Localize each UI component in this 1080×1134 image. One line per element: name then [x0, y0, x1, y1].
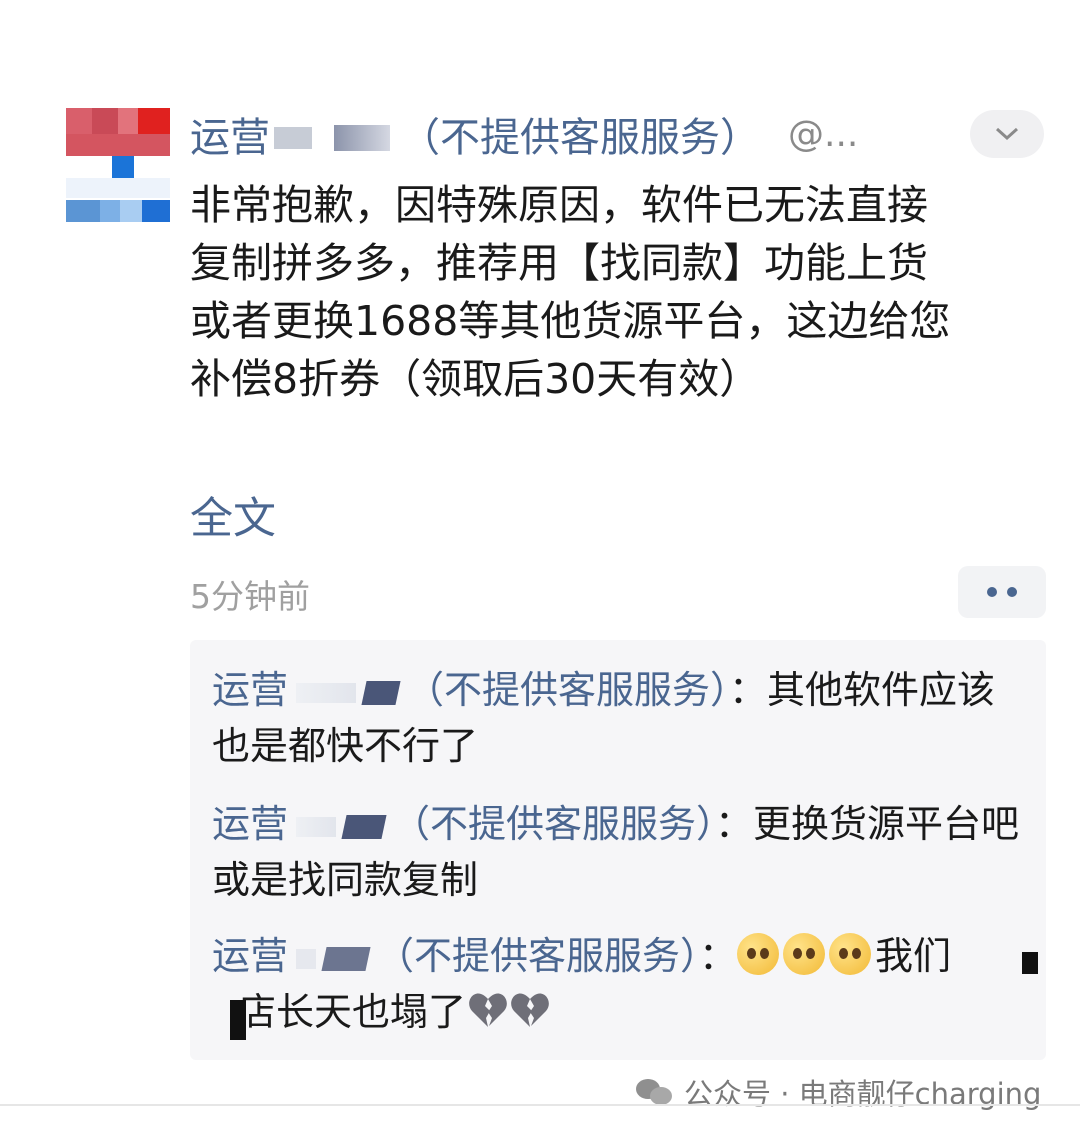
more-button[interactable] — [958, 566, 1046, 618]
pleading-face-icon — [737, 933, 780, 975]
more-dots-icon — [987, 587, 997, 597]
comment-user-tag[interactable]: （不提供客服服务） — [376, 934, 699, 978]
divider — [0, 1104, 1080, 1106]
comment-item[interactable]: 运营 （不提供客服服务）： 我们 店长天也塌了 — [212, 928, 1022, 1040]
pleading-face-icon — [783, 933, 826, 975]
comment-user-tag[interactable]: （不提供客服服务） — [392, 802, 715, 846]
comment-item[interactable]: 运营 （不提供客服服务）：其他软件应该也是都快不行了 — [212, 662, 1022, 774]
broken-heart-icon — [510, 991, 550, 1029]
comment-separator: ： — [729, 668, 768, 712]
redacted-name-part — [361, 680, 401, 705]
wechat-icon — [636, 1077, 674, 1107]
redaction-mark — [1022, 952, 1038, 974]
redacted-name-part — [296, 948, 317, 969]
post-time: 5分钟前 — [190, 577, 310, 616]
comment-user-tag[interactable]: （不提供客服服务） — [406, 668, 729, 712]
comment-separator: ： — [715, 802, 754, 846]
comment-text-continued: 店长天也塌了 — [238, 990, 467, 1034]
watermark-text: 公众号 · 电商靓仔charging — [684, 1077, 1042, 1111]
post-username[interactable]: 运营 — [190, 106, 270, 162]
comment-username[interactable]: 运营 — [212, 802, 288, 846]
full-text-link[interactable]: 全文 — [190, 484, 276, 546]
pleading-face-icon — [829, 933, 872, 975]
comment-separator: ： — [699, 934, 738, 978]
avatar[interactable] — [66, 108, 170, 226]
chevron-down-icon — [995, 127, 1019, 141]
redacted-name-part — [321, 946, 371, 971]
comment-item[interactable]: 运营 （不提供客服服务）：更换货源平台吧或是找同款复制 — [212, 796, 1022, 908]
more-dots-icon — [1007, 587, 1017, 597]
redacted-name-part — [296, 816, 337, 837]
post-header: 运营 （不提供客服服务） @... — [190, 106, 920, 162]
post-body: 非常抱歉，因特殊原因，软件已无法直接 复制拼多多，推荐用【找同款】功能上货 或者… — [190, 181, 951, 403]
post-user-tag[interactable]: （不提供客服服务） — [400, 106, 760, 162]
comment-username[interactable]: 运营 — [212, 668, 288, 712]
post-handle: @... — [788, 113, 859, 155]
broken-heart-icon — [468, 991, 508, 1029]
redacted-name-part — [334, 125, 390, 151]
collapse-button[interactable] — [970, 110, 1044, 158]
comment-text: 我们 — [875, 934, 952, 978]
redacted-name-part — [296, 682, 357, 703]
redaction-mark — [230, 1000, 246, 1040]
comment-section: 运营 （不提供客服服务）：其他软件应该也是都快不行了 运营 （不提供客服服务）：更换… — [190, 640, 1046, 1060]
redacted-name-part — [341, 814, 387, 839]
redacted-name-part — [274, 127, 312, 149]
watermark: 公众号 · 电商靓仔charging — [636, 1072, 1041, 1112]
comment-username[interactable]: 运营 — [212, 934, 288, 978]
